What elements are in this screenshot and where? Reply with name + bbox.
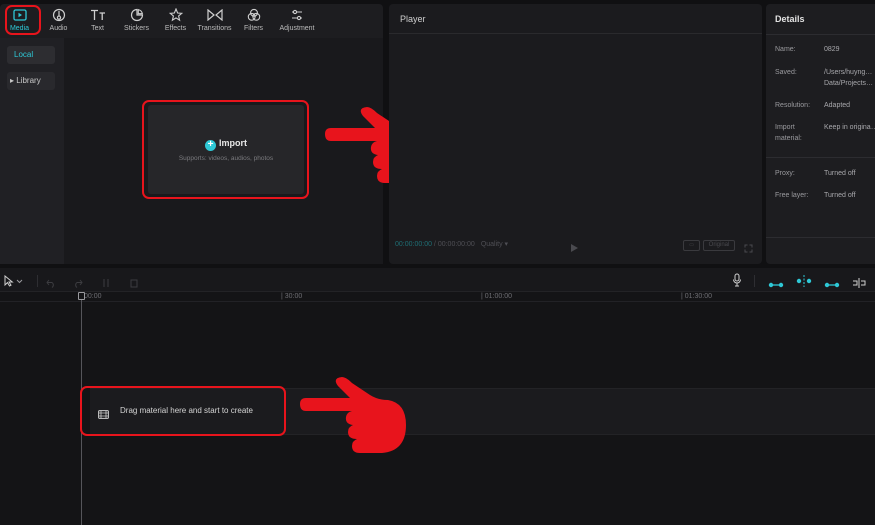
- tab-filters-label: Filters: [243, 25, 264, 32]
- ruler-tick-label: | 30:00: [281, 293, 303, 300]
- redo-icon[interactable]: [73, 275, 83, 293]
- details-divider: [766, 34, 875, 35]
- detail-import-key-line2: material:: [775, 135, 802, 142]
- detail-name-value: 0829: [824, 46, 840, 53]
- player-total-time: / 00:00:00:00: [431, 241, 475, 248]
- detail-saved-key: Saved:: [775, 69, 797, 76]
- delete-icon[interactable]: [129, 275, 139, 293]
- ruler-tick-label: | 01:30:00: [681, 293, 713, 300]
- player-quality-select[interactable]: Quality ▾: [481, 241, 508, 248]
- toolbar-divider: [754, 275, 755, 287]
- media-toolbar: Media Audio Text Stickers Effects Transi…: [0, 4, 383, 38]
- detail-name-key: Name:: [775, 46, 796, 53]
- detail-proxy-key: Proxy:: [775, 170, 795, 177]
- tab-effects-label: Effects: [164, 25, 187, 32]
- player-header: [389, 4, 762, 34]
- detail-saved-value-line2: Data/Projects…: [824, 80, 874, 87]
- split-icon[interactable]: [101, 275, 111, 293]
- detail-import-key: Import: [775, 124, 795, 131]
- select-cursor-icon[interactable]: [4, 274, 24, 292]
- timeline-ruler: [0, 301, 875, 302]
- detail-proxy-value: Turned off: [824, 170, 856, 177]
- adjustment-icon: [289, 7, 305, 23]
- detail-resolution-value: Adapted: [824, 102, 851, 109]
- tab-stickers[interactable]: Stickers: [117, 4, 156, 38]
- tab-filters[interactable]: Filters: [234, 4, 273, 38]
- player-title: Player: [400, 14, 426, 24]
- detail-import-value: Keep in origina…: [824, 124, 875, 131]
- play-icon[interactable]: [570, 240, 579, 258]
- tab-text-label: Text: [91, 25, 104, 32]
- player-panel: [389, 4, 762, 264]
- ratio-icon[interactable]: ▭: [683, 240, 700, 251]
- tab-transitions-label: Transitions: [197, 25, 232, 32]
- effects-icon: [168, 7, 184, 23]
- ruler-tick-label: 00:00: [84, 293, 102, 300]
- toolbar-divider: [37, 275, 38, 287]
- tab-audio-label: Audio: [49, 25, 68, 32]
- detail-free-layer-value: Turned off: [824, 192, 856, 199]
- undo-icon[interactable]: [46, 275, 56, 293]
- tab-audio[interactable]: Audio: [39, 4, 78, 38]
- audio-icon: [51, 7, 67, 23]
- sidebar-item-library-label: ▸ Library: [10, 76, 41, 85]
- drag-hint-highlight: [80, 386, 286, 436]
- ruler-tick-label: | 01:00:00: [481, 293, 513, 300]
- text-icon: [90, 7, 106, 23]
- media-tab-highlight: [5, 5, 41, 35]
- detail-free-layer-key: Free layer:: [775, 192, 809, 199]
- details-title: Details: [775, 14, 805, 24]
- detail-saved-value: /Users/huyng…: [824, 69, 873, 76]
- tab-stickers-label: Stickers: [124, 25, 149, 32]
- details-divider: [766, 237, 875, 238]
- sidebar-item-library[interactable]: ▸ Library: [7, 72, 55, 90]
- tab-adjustment-label: Adjustment: [279, 25, 315, 32]
- tab-transitions[interactable]: Transitions: [195, 4, 234, 38]
- detail-resolution-key: Resolution:: [775, 102, 811, 109]
- auto-snap-icon[interactable]: [796, 274, 812, 292]
- transitions-icon: [206, 7, 223, 23]
- import-highlight: [142, 100, 309, 199]
- media-sidebar: Local ▸ Library: [0, 38, 64, 264]
- tab-adjustment[interactable]: Adjustment: [273, 4, 321, 38]
- sidebar-item-local-label: Local: [14, 50, 34, 59]
- original-button[interactable]: Original: [703, 240, 735, 251]
- pointing-hand-icon: [300, 377, 406, 453]
- tab-effects[interactable]: Effects: [156, 4, 195, 38]
- stickers-icon: [129, 7, 145, 23]
- details-divider: [766, 157, 875, 158]
- player-current-time: 00:00:00:00: [395, 241, 432, 248]
- playhead-handle[interactable]: [78, 292, 85, 300]
- tab-text[interactable]: Text: [78, 4, 117, 38]
- microphone-icon[interactable]: [732, 273, 742, 292]
- sidebar-item-local[interactable]: Local: [7, 46, 55, 64]
- player-timecode: 00:00:00:00 / 00:00:00:00 Quality ▾: [395, 240, 508, 248]
- preview-axis-icon[interactable]: [852, 275, 866, 293]
- fullscreen-icon[interactable]: [744, 240, 753, 258]
- filters-icon: [246, 7, 262, 23]
